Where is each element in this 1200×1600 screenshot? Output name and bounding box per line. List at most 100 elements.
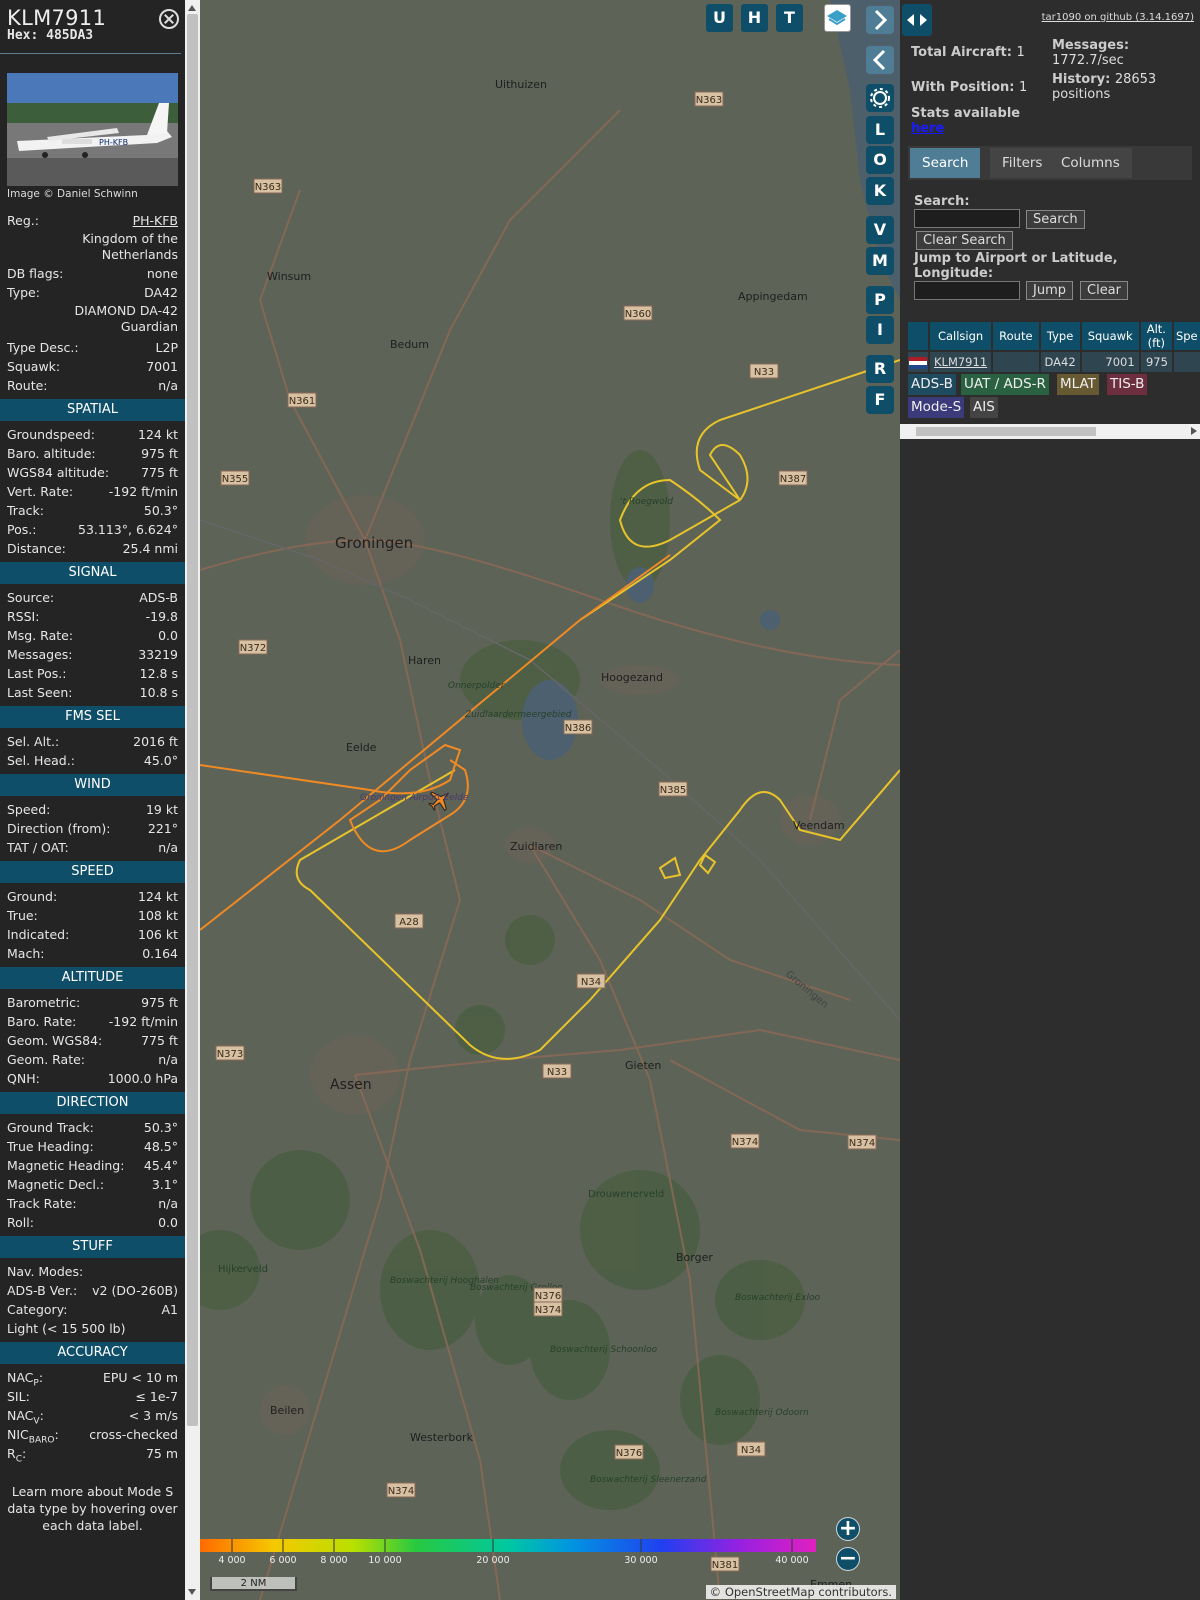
adsbver-value: v2 (DO-260B) [92,1283,178,1298]
altitude-legend [200,1539,816,1552]
navmodes-label: Nav. Modes: [7,1264,84,1279]
map-button-o[interactable]: O [866,146,894,174]
map-button-t[interactable]: T [776,4,803,32]
toggle-panel-button[interactable] [902,4,932,36]
map-button-i[interactable]: I [866,316,894,344]
signal-row: RSSI: -19.8 [0,607,185,626]
spatial-row: Vert. Rate: -192 ft/min [0,482,185,501]
reg-label: Reg.: [7,213,39,228]
zoom-in-button[interactable]: + [836,1517,860,1541]
expand-panel-button[interactable] [866,6,894,34]
signal-label: Messages: [7,647,73,662]
typedesc-label: Type Desc.: [7,340,79,355]
tab-search[interactable]: Search [910,148,981,178]
map-button-v[interactable]: V [866,216,894,244]
hscroll-thumb[interactable] [916,427,1096,436]
settings-button[interactable] [866,84,894,112]
section-spatial[interactable]: SPATIAL [0,399,185,421]
map-button-f[interactable]: F [866,386,894,414]
place-label: Onnerpolder [448,681,506,691]
place-label: Groningen Airport Eelde [360,793,469,803]
altitude-value: 975 ft [141,995,178,1010]
map-view[interactable]: 4 000 6 000 8 000 10 000 20 000 30 000 40 000 … [200,0,900,1600]
direction-value: 0.0 [158,1215,178,1230]
source-badge-ais[interactable]: AIS [970,397,998,418]
callsign-cell[interactable]: KLM7911 [930,352,992,372]
signal-value: -19.8 [145,609,178,624]
wind-value: 221° [147,821,178,836]
section-signal[interactable]: SIGNAL [0,562,185,584]
place-label: Winsum [267,270,311,283]
country-row: Kingdom of the Netherlands [0,230,185,264]
collapse-sidebar-button[interactable] [866,46,894,74]
section-speed[interactable]: SPEED [0,861,185,883]
with-position: With Position: 1 [911,80,1028,95]
category-row: Category: A1 [0,1300,185,1319]
fms-label: Sel. Head.: [7,753,75,768]
scroll-up-icon[interactable] [188,5,196,11]
map-button-k[interactable]: K [866,177,894,205]
road-label: N33 [754,367,774,378]
tab-columns[interactable]: Columns [1049,148,1132,178]
spatial-row: Distance: 25.4 nmi [0,539,185,558]
scroll-down-icon[interactable] [188,1589,196,1595]
nicbaro-value: cross-checked [89,1427,178,1442]
section-wind[interactable]: WIND [0,774,185,796]
section-stuff[interactable]: STUFF [0,1236,185,1258]
scale-bar: 2 NM [210,1577,297,1591]
source-badge-uat-ads-r[interactable]: UAT / ADS-R [961,374,1049,395]
altitude-label: Geom. WGS84: [7,1033,103,1048]
map-canvas[interactable]: 4 000 6 000 8 000 10 000 20 000 30 000 40 000 … [200,0,900,1600]
flag-column-header[interactable] [908,322,928,350]
section-altitude[interactable]: ALTITUDE [0,967,185,989]
scroll-right-icon[interactable] [1191,427,1197,435]
source-badge-mlat[interactable]: MLAT [1057,374,1099,395]
spatial-row: WGS84 altitude: 775 ft [0,463,185,482]
scroll-thumb[interactable] [187,14,198,1426]
source-badge-tis-b[interactable]: TIS-B [1107,374,1148,395]
source-badge-ads-b[interactable]: ADS-B [908,374,956,395]
direction-row: Magnetic Decl.: 3.1° [0,1175,185,1194]
section-direction[interactable]: DIRECTION [0,1092,185,1114]
stats-link[interactable]: here [911,121,944,136]
osm-link[interactable]: OpenStreetMap [725,1585,815,1599]
column-header-speed[interactable]: Spe [1173,322,1200,350]
map-button-p[interactable]: P [866,286,894,314]
info-scrollbar[interactable] [185,0,200,1600]
road-label: N363 [255,182,282,193]
layers-button[interactable] [824,4,851,32]
section-fms[interactable]: FMS SEL [0,706,185,728]
clear-button[interactable]: Clear [1080,281,1128,300]
github-link[interactable]: tar1090 on github (3.14.1697) [1042,12,1194,23]
source-badge-mode-s[interactable]: Mode-S [908,397,965,418]
search-input[interactable] [914,209,1020,228]
aircraft-photo[interactable]: PH-KFB [7,73,178,186]
map-button-h[interactable]: H [741,4,768,32]
jump-input[interactable] [914,281,1020,300]
column-header-callsign[interactable]: Callsign [930,322,992,350]
column-header-squawk[interactable]: Squawk [1081,322,1139,350]
search-button[interactable]: Search [1026,210,1085,229]
column-header-type[interactable]: Type [1040,322,1080,350]
map-button-l[interactable]: L [866,116,894,144]
column-header-altitude[interactable]: Alt. (ft) [1140,322,1172,350]
map-button-u[interactable]: U [706,4,733,32]
spatial-label: Distance: [7,541,66,556]
table-row[interactable]: KLM7911 DA42 7001 975 [908,352,1200,372]
speed-value: 124 kt [138,889,178,904]
clear-search-button[interactable]: Clear Search [916,231,1013,250]
squawk-cell: 7001 [1081,352,1139,372]
section-accuracy[interactable]: ACCURACY [0,1342,185,1364]
rc-row: RC: 75 m [0,1444,185,1465]
zoom-out-button[interactable]: − [836,1547,860,1571]
reg-link[interactable]: PH-KFB [133,211,178,230]
jump-button[interactable]: Jump [1026,281,1073,300]
table-horizontal-scrollbar[interactable] [900,424,1200,439]
map-button-m[interactable]: M [866,247,894,275]
tab-filters[interactable]: Filters [990,148,1055,178]
close-icon[interactable] [159,9,179,29]
map-button-r[interactable]: R [866,355,894,383]
spatial-label: Baro. altitude: [7,446,96,461]
column-header-route[interactable]: Route [993,322,1039,350]
speed-label: Ground: [7,889,58,904]
